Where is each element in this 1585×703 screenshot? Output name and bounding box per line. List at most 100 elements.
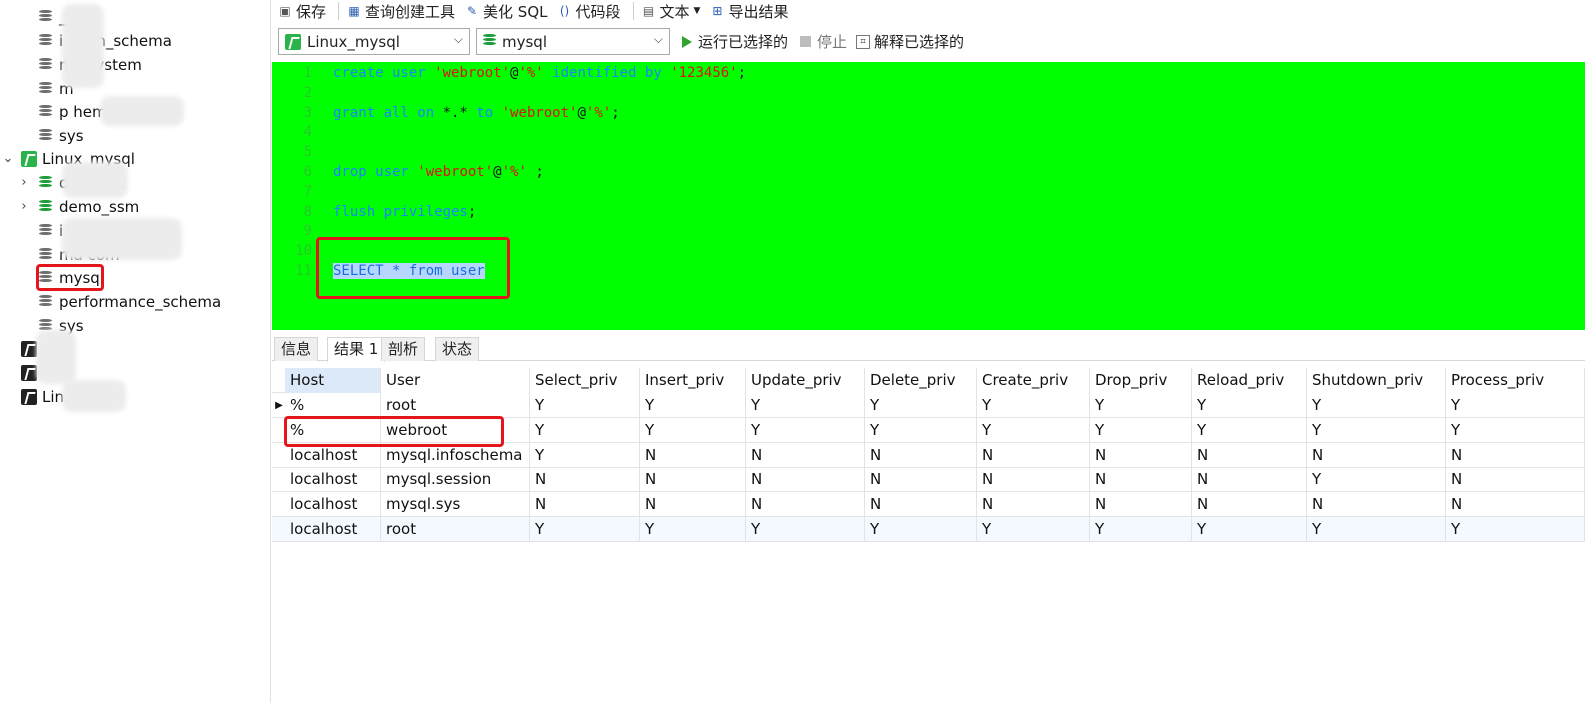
explain-selected-button[interactable]: ⌗ 解释已选择的 (856, 31, 964, 52)
tree-database-item[interactable]: _ssm (0, 6, 270, 28)
grid-cell[interactable]: N (1192, 467, 1307, 493)
column-header[interactable]: Drop_priv (1090, 368, 1192, 393)
grid-cell[interactable]: Y (640, 393, 746, 418)
grid-cell[interactable]: Y (1090, 517, 1192, 542)
grid-cell[interactable]: N (865, 467, 977, 493)
grid-cell[interactable]: N (977, 442, 1090, 468)
grid-cell[interactable]: Y (865, 517, 977, 542)
grid-cell[interactable]: N (1090, 467, 1192, 493)
table-row[interactable]: % root Y Y Y Y Y Y Y Y Y ▶ (272, 393, 1585, 418)
grid-cell[interactable]: N (865, 442, 977, 468)
column-header[interactable]: Reload_priv (1192, 368, 1307, 393)
tree-connection-item[interactable]: Lin oDB (0, 386, 270, 408)
grid-cell[interactable]: N (640, 492, 746, 518)
column-header[interactable]: Select_priv (530, 368, 640, 393)
grid-cell[interactable]: Y (977, 517, 1090, 542)
chevron-down-icon[interactable]: ⌄ (2, 148, 14, 170)
grid-cell[interactable]: N (746, 442, 865, 468)
grid-cell[interactable]: Y (530, 442, 640, 468)
column-header[interactable]: Host (285, 368, 381, 393)
grid-cell[interactable]: Y (865, 393, 977, 418)
grid-cell[interactable]: N (746, 492, 865, 518)
grid-cell[interactable]: N (1446, 442, 1585, 468)
grid-cell[interactable]: N (640, 442, 746, 468)
grid-cell[interactable]: Y (1307, 393, 1446, 418)
grid-cell[interactable]: N (640, 467, 746, 493)
grid-cell[interactable]: Y (1090, 417, 1192, 443)
grid-cell[interactable]: root (381, 517, 530, 542)
grid-cell[interactable]: Y (530, 417, 640, 443)
chevron-right-icon[interactable]: › (18, 196, 30, 218)
stop-button[interactable]: 停止 (800, 31, 847, 52)
grid-cell[interactable]: N (1446, 467, 1585, 493)
grid-cell[interactable]: Y (1307, 467, 1446, 493)
grid-cell[interactable]: Y (1192, 417, 1307, 443)
tree-database-item[interactable]: i ation_schema (0, 30, 270, 52)
run-selected-button[interactable]: 运行已选择的 (682, 31, 788, 52)
grid-cell[interactable]: Y (530, 517, 640, 542)
table-row[interactable]: localhost mysql.sys N N N N N N N N N (272, 492, 1585, 518)
grid-cell[interactable]: Y (746, 417, 865, 443)
tab-info[interactable]: 信息 (274, 337, 319, 361)
sql-editor[interactable]: 1 create user 'webroot'@'%' identified by… (272, 62, 1585, 330)
grid-cell[interactable]: Y (1446, 517, 1585, 542)
tab-result-1[interactable]: 结果 1 (327, 337, 386, 362)
grid-cell[interactable]: Y (530, 393, 640, 418)
tree-database-item[interactable]: sys (0, 125, 270, 147)
database-select[interactable]: mysql ⌵ (476, 28, 670, 55)
grid-cell[interactable]: Y (1446, 393, 1585, 418)
chevron-right-icon[interactable]: › (18, 172, 30, 194)
grid-cell[interactable]: Y (977, 393, 1090, 418)
grid-cell[interactable]: N (1090, 492, 1192, 518)
column-header[interactable]: Process_priv (1446, 368, 1585, 393)
grid-cell[interactable]: N (1307, 442, 1446, 468)
grid-cell[interactable]: Y (746, 393, 865, 418)
grid-cell[interactable]: N (1192, 442, 1307, 468)
grid-cell[interactable]: N (1307, 492, 1446, 518)
column-header[interactable]: User (381, 368, 530, 393)
grid-cell[interactable]: Y (640, 417, 746, 443)
column-header[interactable]: Shutdown_priv (1307, 368, 1446, 393)
tree-database-item[interactable]: m esystem (0, 54, 270, 76)
grid-cell[interactable]: Y (1192, 393, 1307, 418)
grid-cell[interactable]: N (865, 492, 977, 518)
grid-cell[interactable]: Y (1090, 393, 1192, 418)
column-header[interactable]: Update_priv (746, 368, 865, 393)
grid-cell[interactable]: Y (977, 417, 1090, 443)
grid-cell[interactable]: N (977, 467, 1090, 493)
grid-cell[interactable]: Y (1307, 417, 1446, 443)
save-button[interactable]: ▣ 保存 (278, 1, 326, 22)
grid-cell[interactable]: Y (1446, 417, 1585, 443)
grid-cell[interactable]: Y (1307, 517, 1446, 542)
table-row[interactable]: localhost mysql.session N N N N N N N Y N (272, 467, 1585, 493)
grid-cell[interactable]: localhost (285, 517, 381, 542)
grid-cell[interactable]: mysql.sys (381, 492, 530, 518)
grid-cell[interactable]: Y (865, 417, 977, 443)
grid-cell[interactable]: N (1192, 492, 1307, 518)
grid-cell[interactable]: N (746, 467, 865, 493)
tab-profile[interactable]: 剖析 (381, 337, 426, 361)
connection-select[interactable]: Linux_mysql ⌵ (278, 28, 470, 55)
grid-cell[interactable]: N (530, 492, 640, 518)
grid-cell[interactable]: N (1446, 492, 1585, 518)
export-results-button[interactable]: ⊞ 导出结果 (710, 1, 788, 22)
query-builder-button[interactable]: ▦ 查询创建工具 (347, 1, 455, 22)
column-header[interactable]: Create_priv (977, 368, 1090, 393)
grid-cell[interactable]: N (1090, 442, 1192, 468)
grid-cell[interactable]: localhost (285, 467, 381, 493)
column-header[interactable]: Insert_priv (640, 368, 746, 393)
code-snippet-button[interactable]: () 代码段 (558, 1, 621, 22)
grid-cell[interactable]: % (285, 393, 381, 418)
beautify-sql-button[interactable]: ✎ 美化 SQL (465, 1, 548, 22)
tree-database-item[interactable]: › demo_ssm (0, 196, 270, 218)
grid-cell[interactable]: root (381, 393, 530, 418)
tab-status[interactable]: 状态 (435, 337, 480, 361)
tree-connection-item[interactable]: ⌄ Linux_mysql (0, 148, 270, 170)
grid-cell[interactable]: Y (1192, 517, 1307, 542)
tree-database-item[interactable]: ›d project (0, 172, 270, 194)
grid-cell[interactable]: N (530, 467, 640, 493)
table-row[interactable]: localhost root Y Y Y Y Y Y Y Y Y (272, 517, 1585, 542)
grid-cell[interactable]: localhost (285, 492, 381, 518)
tree-database-item[interactable]: performance_schema (0, 291, 270, 313)
grid-cell[interactable]: Y (640, 517, 746, 542)
